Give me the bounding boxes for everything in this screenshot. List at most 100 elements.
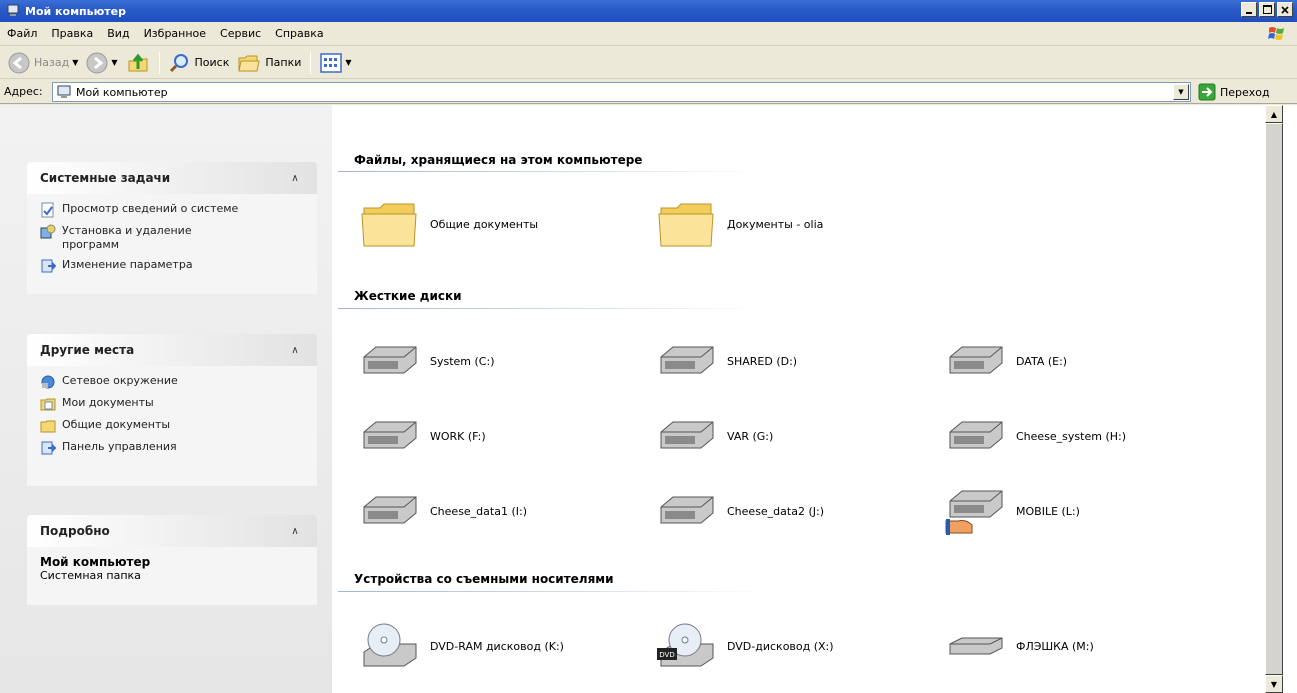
details-header[interactable]: Подробно ∧ <box>27 515 317 547</box>
drive-c[interactable]: System (C:) <box>358 333 648 389</box>
details-body: Мой компьютер Системная папка <box>27 547 317 605</box>
group-header-drives: Жесткие диски <box>354 289 462 303</box>
task-label: Изменение параметра <box>62 258 193 271</box>
up-folder-button[interactable] <box>122 49 154 77</box>
collapse-icon[interactable]: ∧ <box>287 523 303 539</box>
group-divider <box>338 591 768 592</box>
group-divider <box>338 171 768 172</box>
system-tasks-panel: Системные задачи ∧ Просмотр сведений о с… <box>27 162 317 294</box>
place-label: Мои документы <box>62 396 154 409</box>
close-button[interactable] <box>1277 2 1293 17</box>
search-label: Поиск <box>194 56 230 69</box>
window-controls <box>1241 2 1293 17</box>
back-label: Назад <box>34 56 70 69</box>
drive-g[interactable]: VAR (G:) <box>655 408 945 464</box>
chevron-down-icon[interactable]: ▼ <box>72 58 78 67</box>
place-network[interactable]: Сетевое окружение <box>40 374 307 390</box>
views-button[interactable]: ▼ <box>316 49 355 77</box>
content-area: Системные задачи ∧ Просмотр сведений о с… <box>0 105 1297 693</box>
toolbar: Назад ▼ ▼ Поиск Папки ▼ <box>0 47 1297 79</box>
collapse-icon[interactable]: ∧ <box>287 170 303 186</box>
back-arrow-icon <box>8 52 30 73</box>
drive-i[interactable]: Cheese_data1 (I:) <box>358 483 648 539</box>
windows-logo-icon <box>1268 27 1284 40</box>
menu-tools[interactable]: Сервис <box>213 27 268 40</box>
menu-edit[interactable]: Правка <box>44 27 100 40</box>
item-label: DATA (E:) <box>1016 354 1068 368</box>
scroll-up-button[interactable]: ▲ <box>1265 105 1283 123</box>
address-input[interactable]: Мой компьютер ▼ <box>52 82 1191 102</box>
item-label: Cheese_system (H:) <box>1016 429 1127 443</box>
title-bar[interactable]: Мой компьютер <box>0 0 1297 22</box>
item-shared-documents[interactable]: Общие документы <box>358 196 648 252</box>
task-label: Установка и удаление программ <box>62 224 192 251</box>
other-places-header[interactable]: Другие места ∧ <box>27 334 317 366</box>
collapse-icon[interactable]: ∧ <box>287 342 303 358</box>
back-button[interactable]: Назад ▼ <box>4 49 82 77</box>
minimize-icon <box>1246 11 1252 14</box>
search-button[interactable]: Поиск <box>165 49 234 77</box>
place-my-documents[interactable]: Мои документы <box>40 396 307 412</box>
chevron-down-icon[interactable]: ▼ <box>111 58 117 67</box>
drive-d[interactable]: SHARED (D:) <box>655 333 945 389</box>
vertical-scrollbar[interactable]: ▲ ▼ <box>1265 105 1283 693</box>
address-dropdown-button[interactable]: ▼ <box>1173 84 1189 100</box>
drive-m-flash[interactable]: ФЛЭШКА (M:) <box>944 618 1234 674</box>
views-icon <box>320 52 343 73</box>
maximize-button[interactable] <box>1259 2 1275 17</box>
drive-l-shared[interactable]: MOBILE (L:) <box>944 483 1234 539</box>
folder-icon <box>361 203 417 247</box>
item-label: Документы - olia <box>727 217 824 231</box>
address-bar: Адрес: Мой компьютер ▼ Переход <box>0 80 1297 104</box>
my-documents-icon <box>40 398 56 411</box>
window-edge <box>1283 105 1297 693</box>
drive-h[interactable]: Cheese_system (H:) <box>944 408 1234 464</box>
task-label: Просмотр сведений о системе <box>62 202 239 215</box>
folder-up-icon <box>128 53 148 71</box>
system-info-icon <box>41 202 54 218</box>
system-tasks-header[interactable]: Системные задачи ∧ <box>27 162 317 194</box>
system-tasks-body: Просмотр сведений о системе Установка и … <box>27 194 317 294</box>
menu-view[interactable]: Вид <box>100 27 136 40</box>
scroll-thumb[interactable] <box>1265 123 1283 675</box>
hard-drive-icon <box>363 421 417 449</box>
task-view-system-info[interactable]: Просмотр сведений о системе <box>40 202 307 218</box>
go-button[interactable]: Переход <box>1198 83 1270 101</box>
drive-e[interactable]: DATA (E:) <box>944 333 1234 389</box>
chevron-down-icon[interactable]: ▼ <box>345 58 351 67</box>
folders-label: Папки <box>265 56 302 69</box>
drive-x-dvd[interactable]: DVD DVD-дисковод (X:) <box>655 618 945 674</box>
maximize-icon <box>1262 5 1272 14</box>
place-shared-documents[interactable]: Общие документы <box>40 418 307 434</box>
other-places-body: Сетевое окружение Мои документы Общие до… <box>27 366 317 486</box>
task-add-remove-programs[interactable]: Установка и удаление программ <box>40 224 307 252</box>
toolbar-separator <box>310 51 312 74</box>
dvd-drive-icon: DVD <box>657 623 714 667</box>
menu-help[interactable]: Справка <box>268 27 330 40</box>
address-label: Адрес: <box>4 85 43 98</box>
item-documents-olia[interactable]: Документы - olia <box>655 196 945 252</box>
place-control-panel[interactable]: Панель управления <box>40 440 307 456</box>
menu-favorites[interactable]: Избранное <box>137 27 213 40</box>
scroll-down-button[interactable]: ▼ <box>1265 675 1283 693</box>
other-places-panel: Другие места ∧ Сетевое окружение Мои док… <box>27 334 317 486</box>
drive-f[interactable]: WORK (F:) <box>358 408 648 464</box>
item-label: System (C:) <box>430 354 495 368</box>
hard-drive-icon <box>363 496 417 524</box>
item-label: MOBILE (L:) <box>1016 504 1080 518</box>
folders-button[interactable]: Папки <box>233 49 305 77</box>
drive-k-dvd-ram[interactable]: DVD-RAM дисковод (K:) <box>358 618 648 674</box>
item-label: SHARED (D:) <box>727 354 798 368</box>
item-label: VAR (G:) <box>727 429 774 443</box>
system-tasks-title: Системные задачи <box>40 171 171 185</box>
shared-hard-drive-icon <box>945 490 1003 535</box>
menu-file[interactable]: Файл <box>0 27 44 40</box>
task-change-setting[interactable]: Изменение параметра <box>40 258 307 274</box>
add-remove-programs-icon <box>40 224 56 239</box>
forward-button[interactable]: ▼ <box>82 49 121 77</box>
drive-j[interactable]: Cheese_data2 (J:) <box>655 483 945 539</box>
item-label: Cheese_data2 (J:) <box>727 504 824 518</box>
folders-icon <box>238 55 260 71</box>
minimize-button[interactable] <box>1241 2 1257 17</box>
item-label: DVD-дисковод (X:) <box>727 639 834 653</box>
